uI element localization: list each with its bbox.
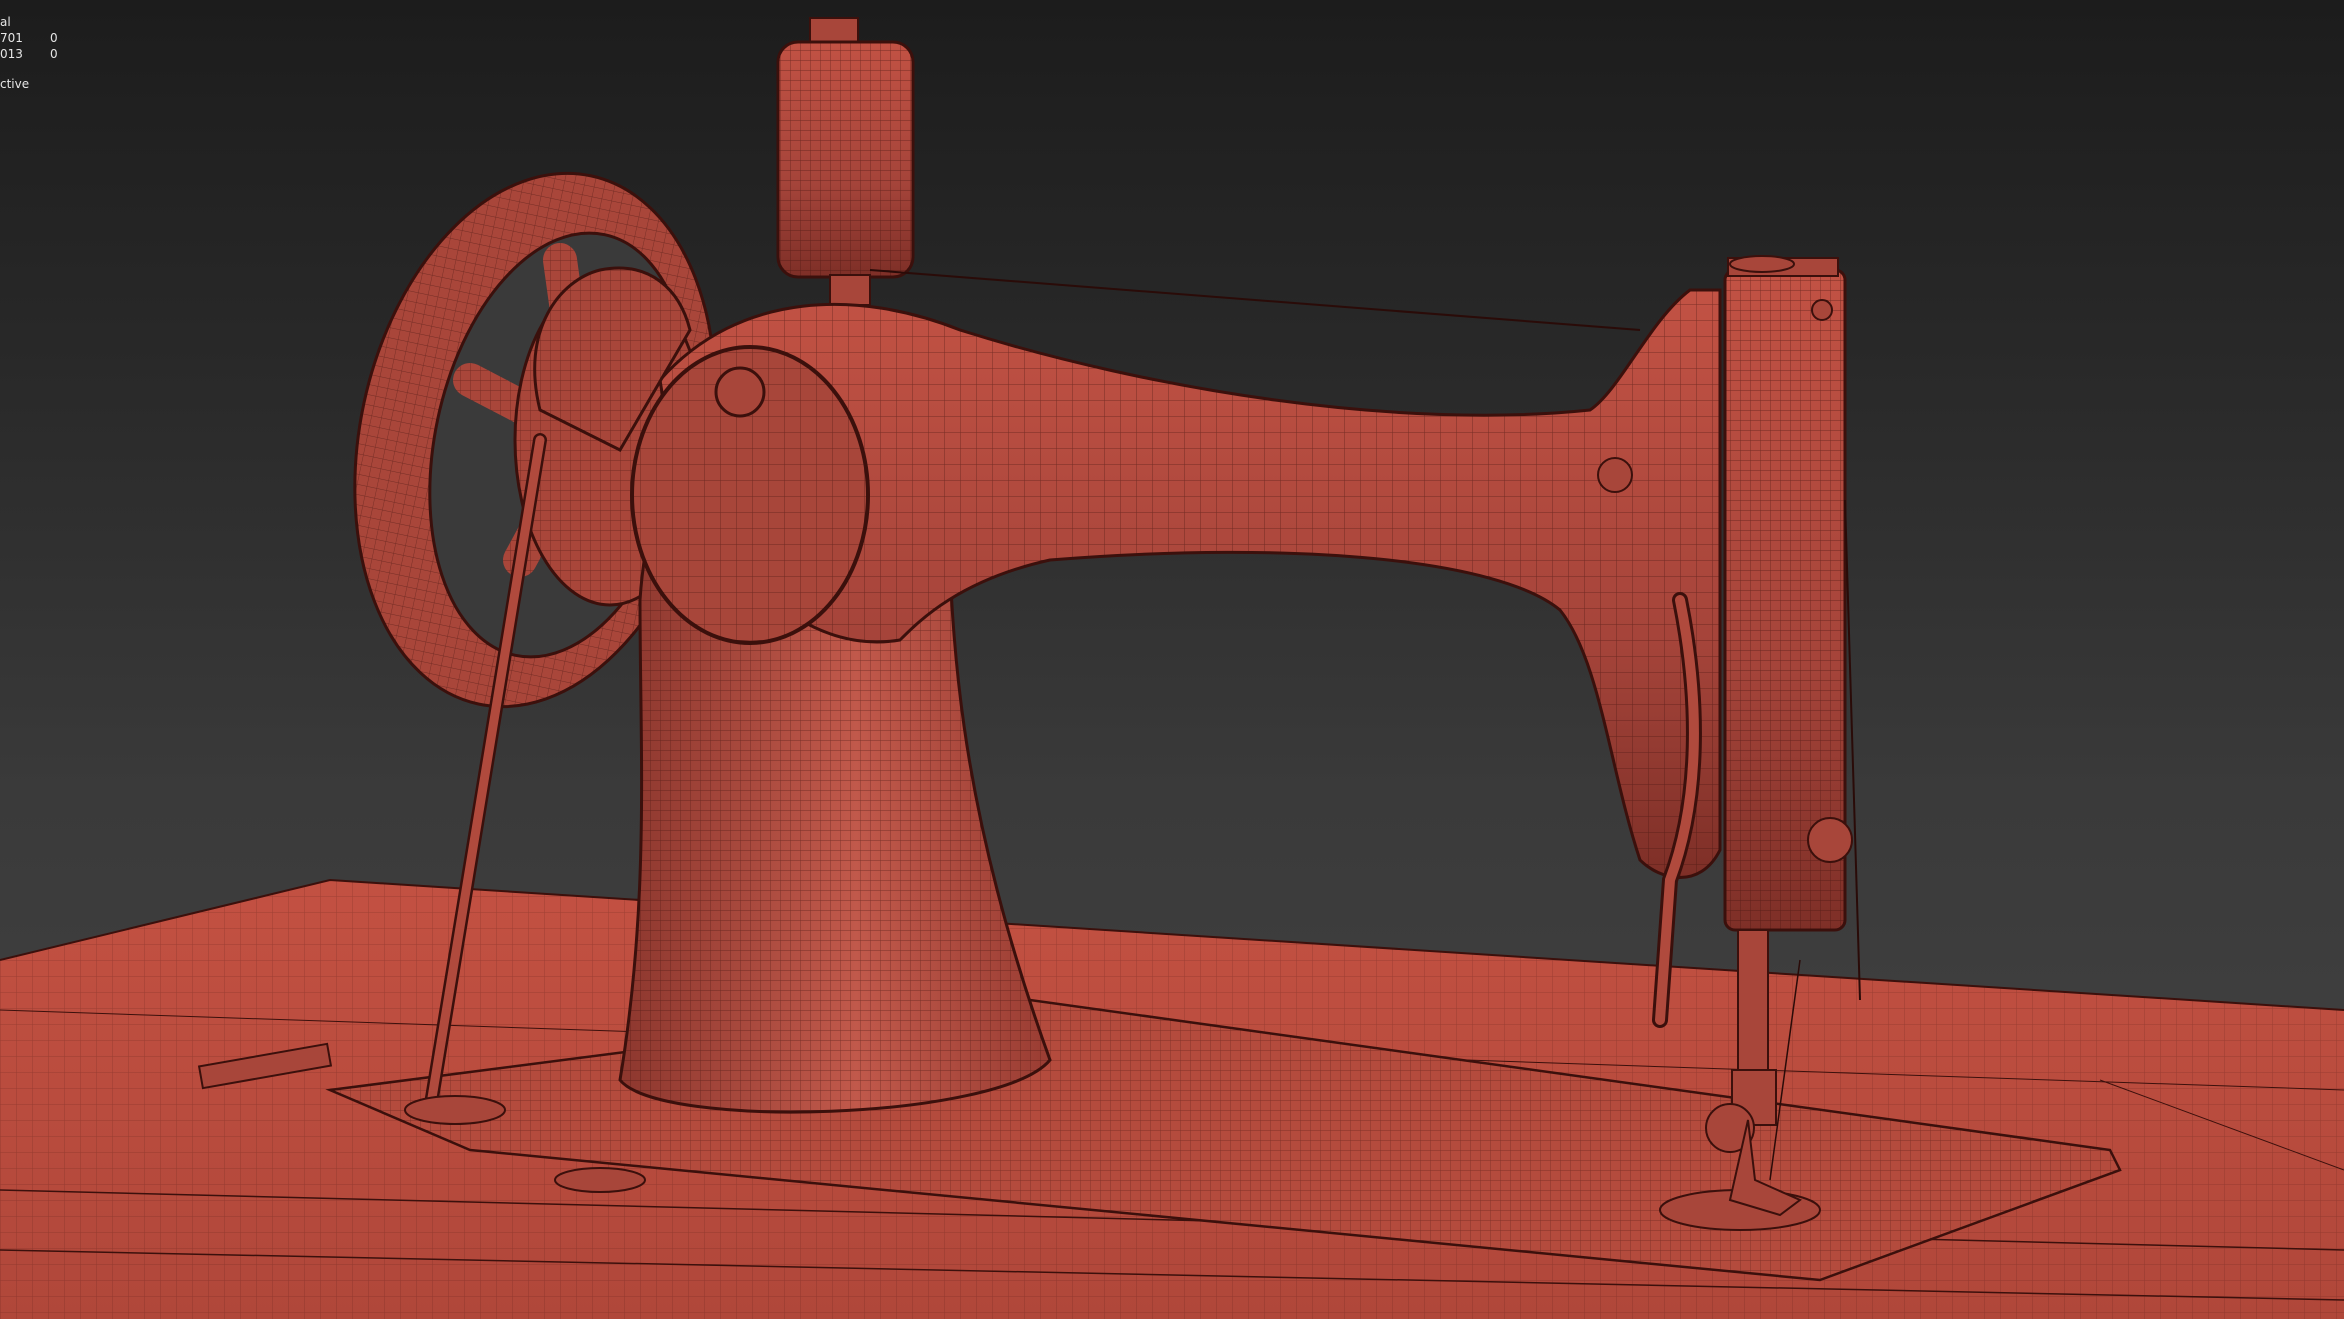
thread-spool bbox=[776, 17, 915, 306]
side-cover-plate bbox=[630, 345, 870, 645]
bed-screw bbox=[554, 1167, 646, 1193]
3d-viewport[interactable]: al 701 0 013 0 ctive bbox=[0, 0, 2344, 1319]
tension-knob bbox=[1807, 817, 1853, 863]
arm-screw bbox=[1597, 457, 1633, 493]
needle-bar-housing bbox=[1723, 255, 1853, 932]
sewing-machine-model[interactable] bbox=[0, 0, 2344, 1319]
cover-screw bbox=[714, 366, 766, 418]
thread bbox=[869, 269, 1641, 331]
